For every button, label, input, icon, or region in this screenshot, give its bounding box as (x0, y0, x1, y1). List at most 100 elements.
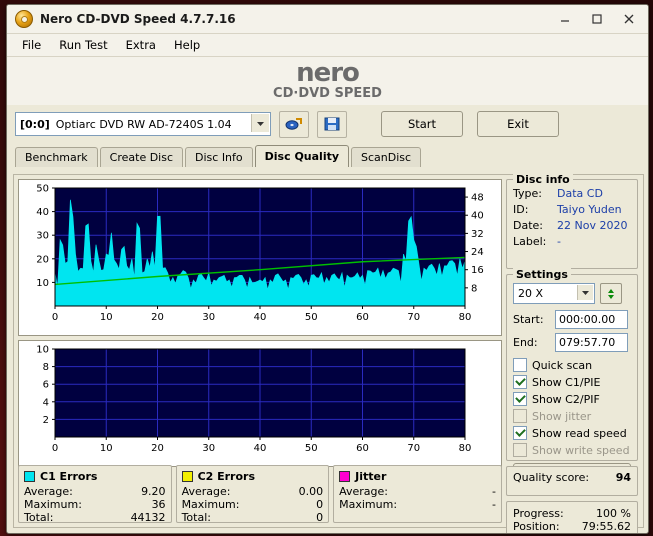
svg-text:30: 30 (202, 443, 215, 454)
c2-errors-stats: C2 Errors Average: 0.00 Maximum: 0 Total… (175, 465, 330, 524)
drive-name: Optiarc DVD RW AD-7240S 1.04 (55, 117, 232, 131)
tab-disc-quality[interactable]: Disc Quality (254, 145, 350, 167)
menu-file[interactable]: File (13, 35, 50, 55)
svg-text:10: 10 (100, 443, 113, 454)
eject-tool-button[interactable] (279, 110, 309, 138)
menu-extra[interactable]: Extra (117, 35, 165, 55)
svg-text:10: 10 (36, 278, 49, 289)
svg-text:60: 60 (356, 312, 369, 323)
show-jitter-checkbox (513, 409, 527, 423)
c1-average-value: 9.20 (141, 485, 166, 498)
c1-color-swatch (24, 471, 35, 482)
end-position-input[interactable]: 079:57.70 (555, 333, 628, 352)
minimize-button[interactable] (550, 7, 580, 31)
svg-text:2: 2 (43, 415, 49, 426)
maximize-button[interactable] (582, 7, 612, 31)
svg-text:30: 30 (202, 312, 215, 323)
disc-type-label: Type: (513, 187, 542, 200)
svg-text:32: 32 (471, 229, 484, 240)
quick-scan-row[interactable]: Quick scan (513, 358, 631, 372)
jitter-average-value: - (492, 485, 496, 498)
c2-errors-chart-svg: 0 10 20 30 40 50 60 70 80 2 4 6 8 10 (19, 341, 501, 466)
show-write-speed-label: Show write speed (532, 443, 630, 457)
jitter-maximum-label: Maximum: (339, 498, 398, 511)
logo-band: nero CD·DVD SPEED (7, 57, 648, 105)
c1-errors-title: C1 Errors (40, 470, 98, 483)
show-jitter-row: Show jitter (513, 409, 631, 423)
start-position-input[interactable]: 000:00.00 (555, 310, 628, 329)
disc-info-group: Disc info Type: Data CD ID: Taiyo Yuden … (506, 173, 638, 269)
show-c1-pie-row[interactable]: Show C1/PIE (513, 375, 631, 389)
show-write-speed-checkbox (513, 443, 527, 457)
disc-label-row: Label: - (513, 234, 631, 250)
c2-total-value: 0 (316, 511, 324, 524)
window-title: Nero CD-DVD Speed 4.7.7.16 (40, 12, 236, 26)
disc-date-value: 22 Nov 2020 (557, 219, 628, 232)
logo-line-1: nero (296, 58, 360, 88)
progress-group: Progress: 100 % Position: 79:55.62 Speed… (506, 501, 638, 534)
svg-text:50: 50 (36, 184, 49, 195)
show-read-speed-checkbox[interactable] (513, 426, 527, 440)
exit-button[interactable]: Exit (477, 111, 559, 137)
svg-text:40: 40 (254, 443, 267, 454)
c1-errors-chart-svg: 0 10 20 30 40 50 60 70 80 10 20 30 40 50 8 16 24 32 40 48 (19, 180, 501, 335)
speed-select[interactable]: 20 X (513, 283, 595, 304)
jitter-average-label: Average: (339, 485, 389, 498)
show-c2-pif-row[interactable]: Show C2/PIF (513, 392, 631, 406)
c2-average-value: 0.00 (298, 485, 324, 498)
tab-benchmark[interactable]: Benchmark (15, 147, 98, 167)
c2-maximum-value: 0 (316, 498, 324, 511)
svg-text:80: 80 (459, 443, 472, 454)
c1-total-label: Total: (24, 511, 54, 524)
tab-create-disc[interactable]: Create Disc (99, 147, 184, 167)
c1-average-label: Average: (24, 485, 73, 498)
refresh-speed-button[interactable] (600, 283, 622, 304)
c1-maximum-value: 36 (151, 498, 166, 511)
disc-date-row: Date: 22 Nov 2020 (513, 218, 631, 234)
nero-logo: nero CD·DVD SPEED (273, 60, 382, 100)
c1-errors-chart: 0 10 20 30 40 50 60 70 80 10 20 30 40 50 8 16 24 32 40 48 (18, 179, 502, 336)
disc-label-value: - (557, 235, 561, 248)
drive-index: [0:0] (20, 117, 50, 131)
chevron-down-icon[interactable] (251, 114, 269, 132)
c2-color-swatch (181, 471, 193, 482)
show-jitter-label: Show jitter (532, 409, 592, 423)
tab-scandisc[interactable]: ScanDisc (351, 147, 422, 167)
c1-total-row: Total: 44132 (24, 511, 166, 524)
c2-maximum-label: Maximum: (181, 498, 240, 511)
jitter-average-row: Average: - (339, 485, 496, 498)
speed-label: Speed: (513, 533, 573, 534)
chevron-down-icon[interactable] (577, 285, 593, 300)
tab-disc-info[interactable]: Disc Info (185, 147, 253, 167)
show-c1-pie-label: Show C1/PIE (532, 375, 601, 389)
svg-text:70: 70 (407, 443, 420, 454)
drive-toolbar: [0:0] Optiarc DVD RW AD-7240S 1.04 Start… (7, 105, 648, 143)
menu-help[interactable]: Help (165, 35, 209, 55)
svg-text:8: 8 (471, 283, 477, 294)
c2-average-row: Average: 0.00 (182, 485, 324, 498)
save-tool-button[interactable] (317, 110, 347, 138)
show-c1-pie-checkbox[interactable] (513, 375, 527, 389)
c1-average-row: Average: 9.20 (24, 485, 166, 498)
show-c2-pif-checkbox[interactable] (513, 392, 527, 406)
svg-text:16: 16 (471, 265, 484, 276)
start-button[interactable]: Start (381, 111, 463, 137)
disc-quality-panel: 0 10 20 30 40 50 60 70 80 10 20 30 40 50 8 16 24 32 40 48 0… (13, 173, 644, 533)
c2-maximum-row: Maximum: 0 (182, 498, 324, 511)
quality-score-group: Quality score: 94 (506, 466, 638, 496)
close-button[interactable] (614, 7, 644, 31)
svg-text:50: 50 (305, 312, 318, 323)
drive-select[interactable]: [0:0] Optiarc DVD RW AD-7240S 1.04 (15, 112, 271, 136)
charts-area: 0 10 20 30 40 50 60 70 80 10 20 30 40 50 8 16 24 32 40 48 0… (18, 179, 502, 467)
svg-text:60: 60 (356, 443, 369, 454)
speed-value: 21.37 X (573, 533, 631, 534)
c1-maximum-row: Maximum: 36 (24, 498, 166, 511)
svg-text:20: 20 (36, 254, 49, 265)
c1-total-value: 44132 (130, 511, 166, 524)
c2-total-label: Total: (181, 511, 211, 524)
show-read-speed-row[interactable]: Show read speed (513, 426, 631, 440)
quick-scan-checkbox[interactable] (513, 358, 527, 372)
c2-total-row: Total: 0 (182, 511, 324, 524)
jitter-color-swatch (339, 471, 351, 482)
menu-run-test[interactable]: Run Test (50, 35, 116, 55)
